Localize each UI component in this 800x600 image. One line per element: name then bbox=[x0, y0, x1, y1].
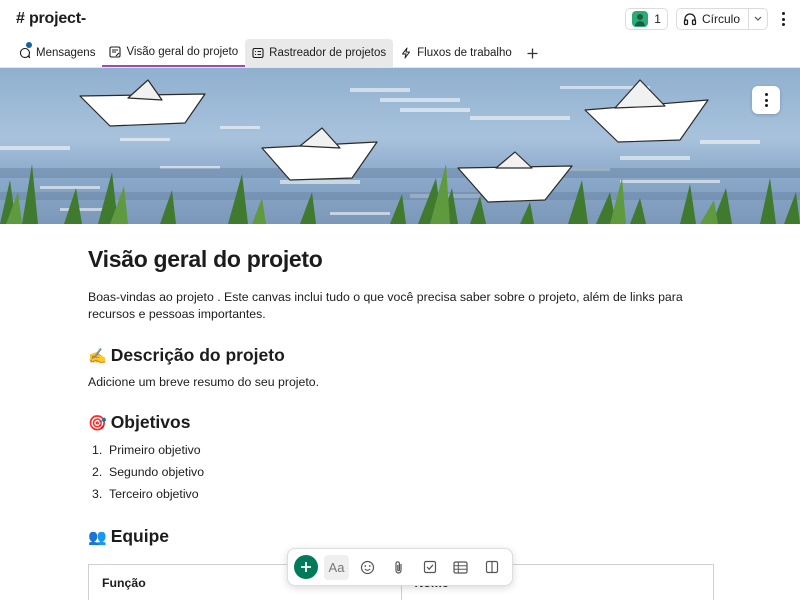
canvas-toolbar: Aa bbox=[287, 548, 513, 586]
header-actions: 1 Círculo bbox=[625, 8, 790, 30]
columns-button[interactable] bbox=[479, 555, 504, 580]
tab-project-overview[interactable]: Visão geral do projeto bbox=[102, 39, 246, 67]
message-icon bbox=[19, 47, 31, 59]
target-icon: 🎯 bbox=[88, 414, 107, 432]
emoji-button[interactable] bbox=[355, 555, 380, 580]
huddle-button[interactable]: Círculo bbox=[677, 9, 749, 29]
checklist-button[interactable] bbox=[417, 555, 442, 580]
objectives-list: 1. Primeiro objetivo 2. Segundo objetivo 3… bbox=[88, 439, 204, 505]
member-avatar-icon bbox=[632, 11, 649, 27]
chevron-down-icon bbox=[754, 16, 762, 21]
intro-paragraph[interactable]: Boas-vindas ao projeto . Este canvas inc… bbox=[88, 289, 713, 323]
table-button[interactable] bbox=[448, 555, 473, 580]
channel-tabs: Mensagens Visão geral do projeto Rastrea… bbox=[0, 39, 800, 68]
objective-text: Primeiro objetivo bbox=[109, 443, 201, 457]
attachment-icon bbox=[394, 560, 402, 574]
members-button[interactable]: 1 bbox=[625, 8, 668, 30]
heading-text: Descrição do projeto bbox=[110, 345, 285, 365]
plus-icon bbox=[527, 48, 538, 58]
canvas-banner-image bbox=[0, 68, 800, 224]
emoji-icon bbox=[360, 560, 375, 574]
team-heading[interactable]: 👥 Equipe bbox=[88, 526, 169, 547]
more-dot bbox=[764, 98, 768, 102]
huddle-options-button[interactable] bbox=[749, 16, 767, 22]
channel-title[interactable]: # project- bbox=[16, 10, 86, 28]
add-tab-button[interactable] bbox=[519, 39, 546, 67]
description-heading[interactable]: ✍️ Descrição do projeto bbox=[88, 345, 285, 366]
canvas-icon bbox=[109, 46, 122, 58]
columns-icon bbox=[485, 560, 498, 574]
tab-messages[interactable]: Mensagens bbox=[12, 39, 102, 67]
more-dot bbox=[781, 17, 785, 21]
tab-label: Fluxos de trabalho bbox=[417, 47, 512, 59]
paper-boats-illustration bbox=[0, 79, 800, 224]
list-item[interactable]: 3. Terceiro objetivo bbox=[88, 483, 204, 505]
page-title[interactable]: Visão geral do projeto bbox=[88, 246, 323, 273]
list-number: 3. bbox=[92, 487, 103, 501]
description-text[interactable]: Adicione um breve resumo do seu projeto. bbox=[88, 375, 319, 389]
heading-text: Equipe bbox=[110, 526, 170, 546]
banner-more-button[interactable] bbox=[752, 86, 780, 114]
workflow-icon bbox=[400, 47, 412, 59]
list-icon bbox=[252, 47, 264, 59]
add-icon bbox=[301, 562, 311, 572]
member-count: 1 bbox=[654, 12, 661, 26]
notification-dot bbox=[26, 42, 32, 48]
huddle-control: Círculo bbox=[675, 8, 768, 30]
channel-header: # project- 1 Círculo bbox=[0, 0, 800, 40]
more-dot bbox=[781, 12, 785, 15]
insert-button[interactable] bbox=[294, 555, 318, 579]
more-dot bbox=[781, 23, 785, 26]
tab-label: Rastreador de projetos bbox=[269, 47, 387, 59]
tab-label: Visão geral do projeto bbox=[126, 46, 239, 58]
text-format-icon: Aa bbox=[328, 559, 345, 575]
huddle-label: Círculo bbox=[701, 12, 740, 26]
more-dot bbox=[764, 104, 768, 107]
objective-text: Terceiro objetivo bbox=[109, 487, 199, 501]
list-number: 1. bbox=[92, 443, 103, 457]
list-item[interactable]: 2. Segundo objetivo bbox=[88, 461, 204, 483]
heading-text: Objetivos bbox=[110, 412, 191, 432]
attach-button[interactable] bbox=[386, 555, 411, 580]
writing-hand-icon: ✍️ bbox=[88, 347, 107, 365]
text-format-button[interactable]: Aa bbox=[324, 554, 349, 580]
people-icon: 👥 bbox=[88, 528, 107, 546]
headphones-icon bbox=[683, 13, 697, 26]
tab-label: Mensagens bbox=[36, 47, 96, 59]
channel-more-button[interactable] bbox=[776, 8, 790, 30]
objective-text: Segundo objetivo bbox=[109, 465, 205, 479]
tab-project-tracker[interactable]: Rastreador de projetos bbox=[245, 39, 394, 67]
list-item[interactable]: 1. Primeiro objetivo bbox=[88, 439, 204, 461]
table-icon bbox=[453, 560, 468, 574]
objectives-heading[interactable]: 🎯 Objetivos bbox=[88, 412, 190, 433]
checklist-icon bbox=[423, 560, 436, 574]
more-dot bbox=[764, 93, 768, 96]
list-number: 2. bbox=[92, 465, 103, 479]
tab-workflows[interactable]: Fluxos de trabalho bbox=[393, 39, 519, 67]
